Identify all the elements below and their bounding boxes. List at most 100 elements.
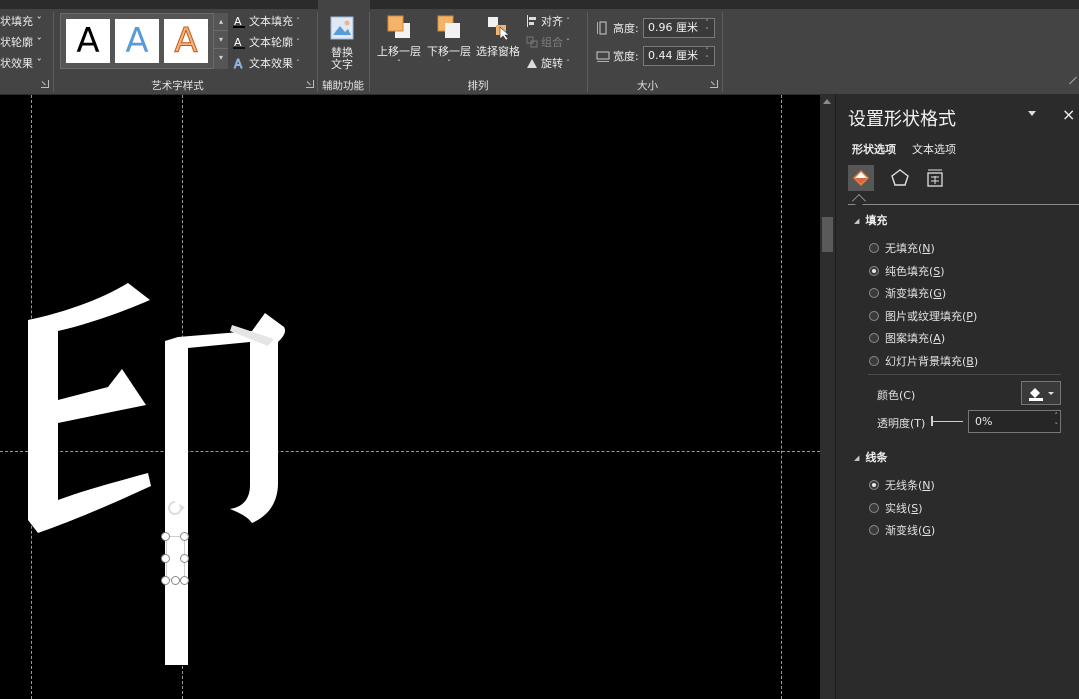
line-section-header[interactable]: ◢ 线条 [854, 449, 887, 465]
character-shape[interactable] [0, 95, 820, 699]
bring-forward-button[interactable]: 上移一层 ˇ [375, 14, 423, 70]
width-row: 宽度: [596, 48, 639, 64]
line-option-gradient[interactable]: 渐变线(G) [869, 522, 935, 538]
send-backward-button[interactable]: 下移一层 ˇ [425, 14, 473, 70]
fill-option-key: B [966, 354, 974, 368]
shape-fill-button[interactable]: 状填充 ˇ [0, 13, 42, 29]
rotate-button[interactable]: 旋转 ˇ [526, 55, 570, 71]
resize-handle[interactable] [180, 554, 189, 563]
align-button[interactable]: 对齐 ˇ [526, 13, 570, 29]
fill-option-label: 无填充( [885, 242, 923, 255]
collapse-icon: ◢ [854, 217, 860, 225]
height-stepper-icon[interactable]: ˄ ˅ [700, 19, 714, 37]
radio-button[interactable] [869, 503, 879, 513]
transparency-stepper-icon[interactable]: ˄ ˅ [1055, 411, 1059, 431]
radio-button[interactable] [869, 356, 879, 366]
wordart-style-blue[interactable]: A [115, 19, 159, 63]
fill-option-key: P [966, 309, 973, 323]
height-spinner[interactable]: 0.96 厘米 ˄ ˅ [643, 18, 715, 38]
wordart-gallery-scroll[interactable]: ▴ ▾ ▾ [213, 13, 228, 69]
line-option-solid[interactable]: 实线(S) [869, 500, 923, 516]
separator [587, 12, 588, 92]
radio-button[interactable] [869, 311, 879, 321]
fill-section-header[interactable]: ◢ 填充 [854, 212, 887, 228]
fill-option-pattern[interactable]: 图案填充(A) [869, 330, 945, 346]
slide-canvas[interactable] [0, 95, 820, 699]
radio-button[interactable] [869, 243, 879, 253]
text-effects-label: 文本效果 [249, 57, 293, 70]
close-icon[interactable]: × [1062, 105, 1075, 124]
fill-line-tab[interactable] [848, 165, 874, 191]
tab-shape-options[interactable]: 形状选项 [852, 141, 896, 157]
fill-option-solid[interactable]: 纯色填充(S) [869, 263, 945, 279]
width-spinner[interactable]: 0.44 厘米 ˄ ˅ [643, 46, 715, 66]
scrollbar-thumb[interactable] [822, 217, 833, 252]
resize-handle[interactable] [180, 532, 189, 541]
transparency-slider[interactable] [933, 421, 963, 422]
gallery-up-icon[interactable]: ▴ [214, 13, 228, 31]
color-picker-button[interactable] [1021, 381, 1061, 405]
resize-handle[interactable] [161, 532, 170, 541]
text-fill-button[interactable]: A 文本填充 ˇ [233, 13, 300, 29]
selection-pane-button[interactable]: 选择窗格 [474, 14, 522, 58]
scroll-up-icon[interactable] [823, 99, 831, 104]
fill-option-key: G [933, 286, 942, 300]
group-button[interactable]: 组合 ˇ [526, 34, 570, 50]
text-outline-button[interactable]: A 文本轮廓 ˇ [233, 34, 300, 50]
fill-option-picture[interactable]: 图片或纹理填充(P) [869, 308, 977, 324]
line-option-none[interactable]: 无线条(N) [869, 477, 935, 493]
rotate-icon [527, 59, 537, 68]
wordart-launcher[interactable] [306, 80, 314, 88]
gallery-down-icon[interactable]: ▾ [214, 31, 228, 49]
pane-title: 设置形状格式 [848, 109, 956, 130]
send-backward-label: 下移一层 [427, 45, 471, 58]
resize-handle[interactable] [161, 554, 170, 563]
format-shape-pane: 设置形状格式 × 形状选项 文本选项 ◢ 填充 无填充(N) 纯色填充(S) 渐变… [835, 95, 1079, 699]
transparency-input[interactable]: 0% ˄ ˅ [968, 410, 1061, 433]
wordart-style-black[interactable]: A [66, 19, 110, 63]
size-properties-icon [927, 169, 943, 187]
fill-option-gradient[interactable]: 渐变填充(G) [869, 285, 946, 301]
collapse-ribbon-icon[interactable] [1069, 76, 1077, 85]
resize-handle[interactable] [171, 576, 180, 585]
bring-forward-icon [387, 15, 410, 38]
gallery-more-icon[interactable]: ▾ [214, 49, 228, 67]
collapse-icon: ◢ [854, 454, 860, 462]
shape-outline-button[interactable]: 状轮廓 ˇ [0, 34, 42, 50]
wordart-style-orange[interactable]: A [164, 19, 208, 63]
color-label: 颜色(C) [877, 389, 916, 402]
radio-button[interactable] [869, 480, 879, 490]
radio-button[interactable] [869, 288, 879, 298]
shape-effects-button[interactable]: 状效果 ˇ [0, 55, 42, 71]
wordart-letter: A [76, 21, 100, 61]
group-label: 组合 [541, 36, 563, 49]
wordart-group-label: 艺术字样式 [151, 80, 204, 92]
fill-option-none[interactable]: 无填充(N) [869, 240, 935, 256]
radio-button[interactable] [869, 333, 879, 343]
height-row: 高度: [596, 20, 639, 36]
alt-text-button[interactable]: 替换 文字 [322, 15, 362, 71]
arrange-group-label: 排列 [467, 80, 489, 92]
separator [369, 12, 370, 92]
fill-option-label: 图片或纹理填充( [885, 310, 967, 323]
width-stepper-icon[interactable]: ˄ ˅ [700, 47, 714, 65]
divider [868, 374, 1061, 375]
resize-handle[interactable] [161, 576, 170, 585]
tab-text-options[interactable]: 文本选项 [912, 141, 956, 157]
separator [53, 12, 54, 92]
size-properties-tab[interactable] [922, 165, 948, 191]
alt-text-icon [330, 16, 354, 40]
pane-options-dropdown-icon[interactable] [1028, 111, 1036, 116]
radio-button[interactable] [869, 266, 879, 276]
radio-button[interactable] [869, 525, 879, 535]
effects-tab[interactable] [887, 165, 913, 191]
resize-handle[interactable] [180, 576, 189, 585]
text-effects-button[interactable]: A 文本效果 ˇ [233, 55, 301, 71]
vertical-scrollbar[interactable] [820, 95, 835, 699]
size-launcher[interactable] [710, 80, 718, 88]
shape-styles-launcher[interactable] [41, 80, 49, 88]
pentagon-icon [891, 169, 909, 186]
rotate-handle-icon[interactable] [166, 499, 190, 519]
fill-option-slide-background[interactable]: 幻灯片背景填充(B) [869, 353, 978, 369]
active-tab[interactable] [318, 0, 370, 9]
